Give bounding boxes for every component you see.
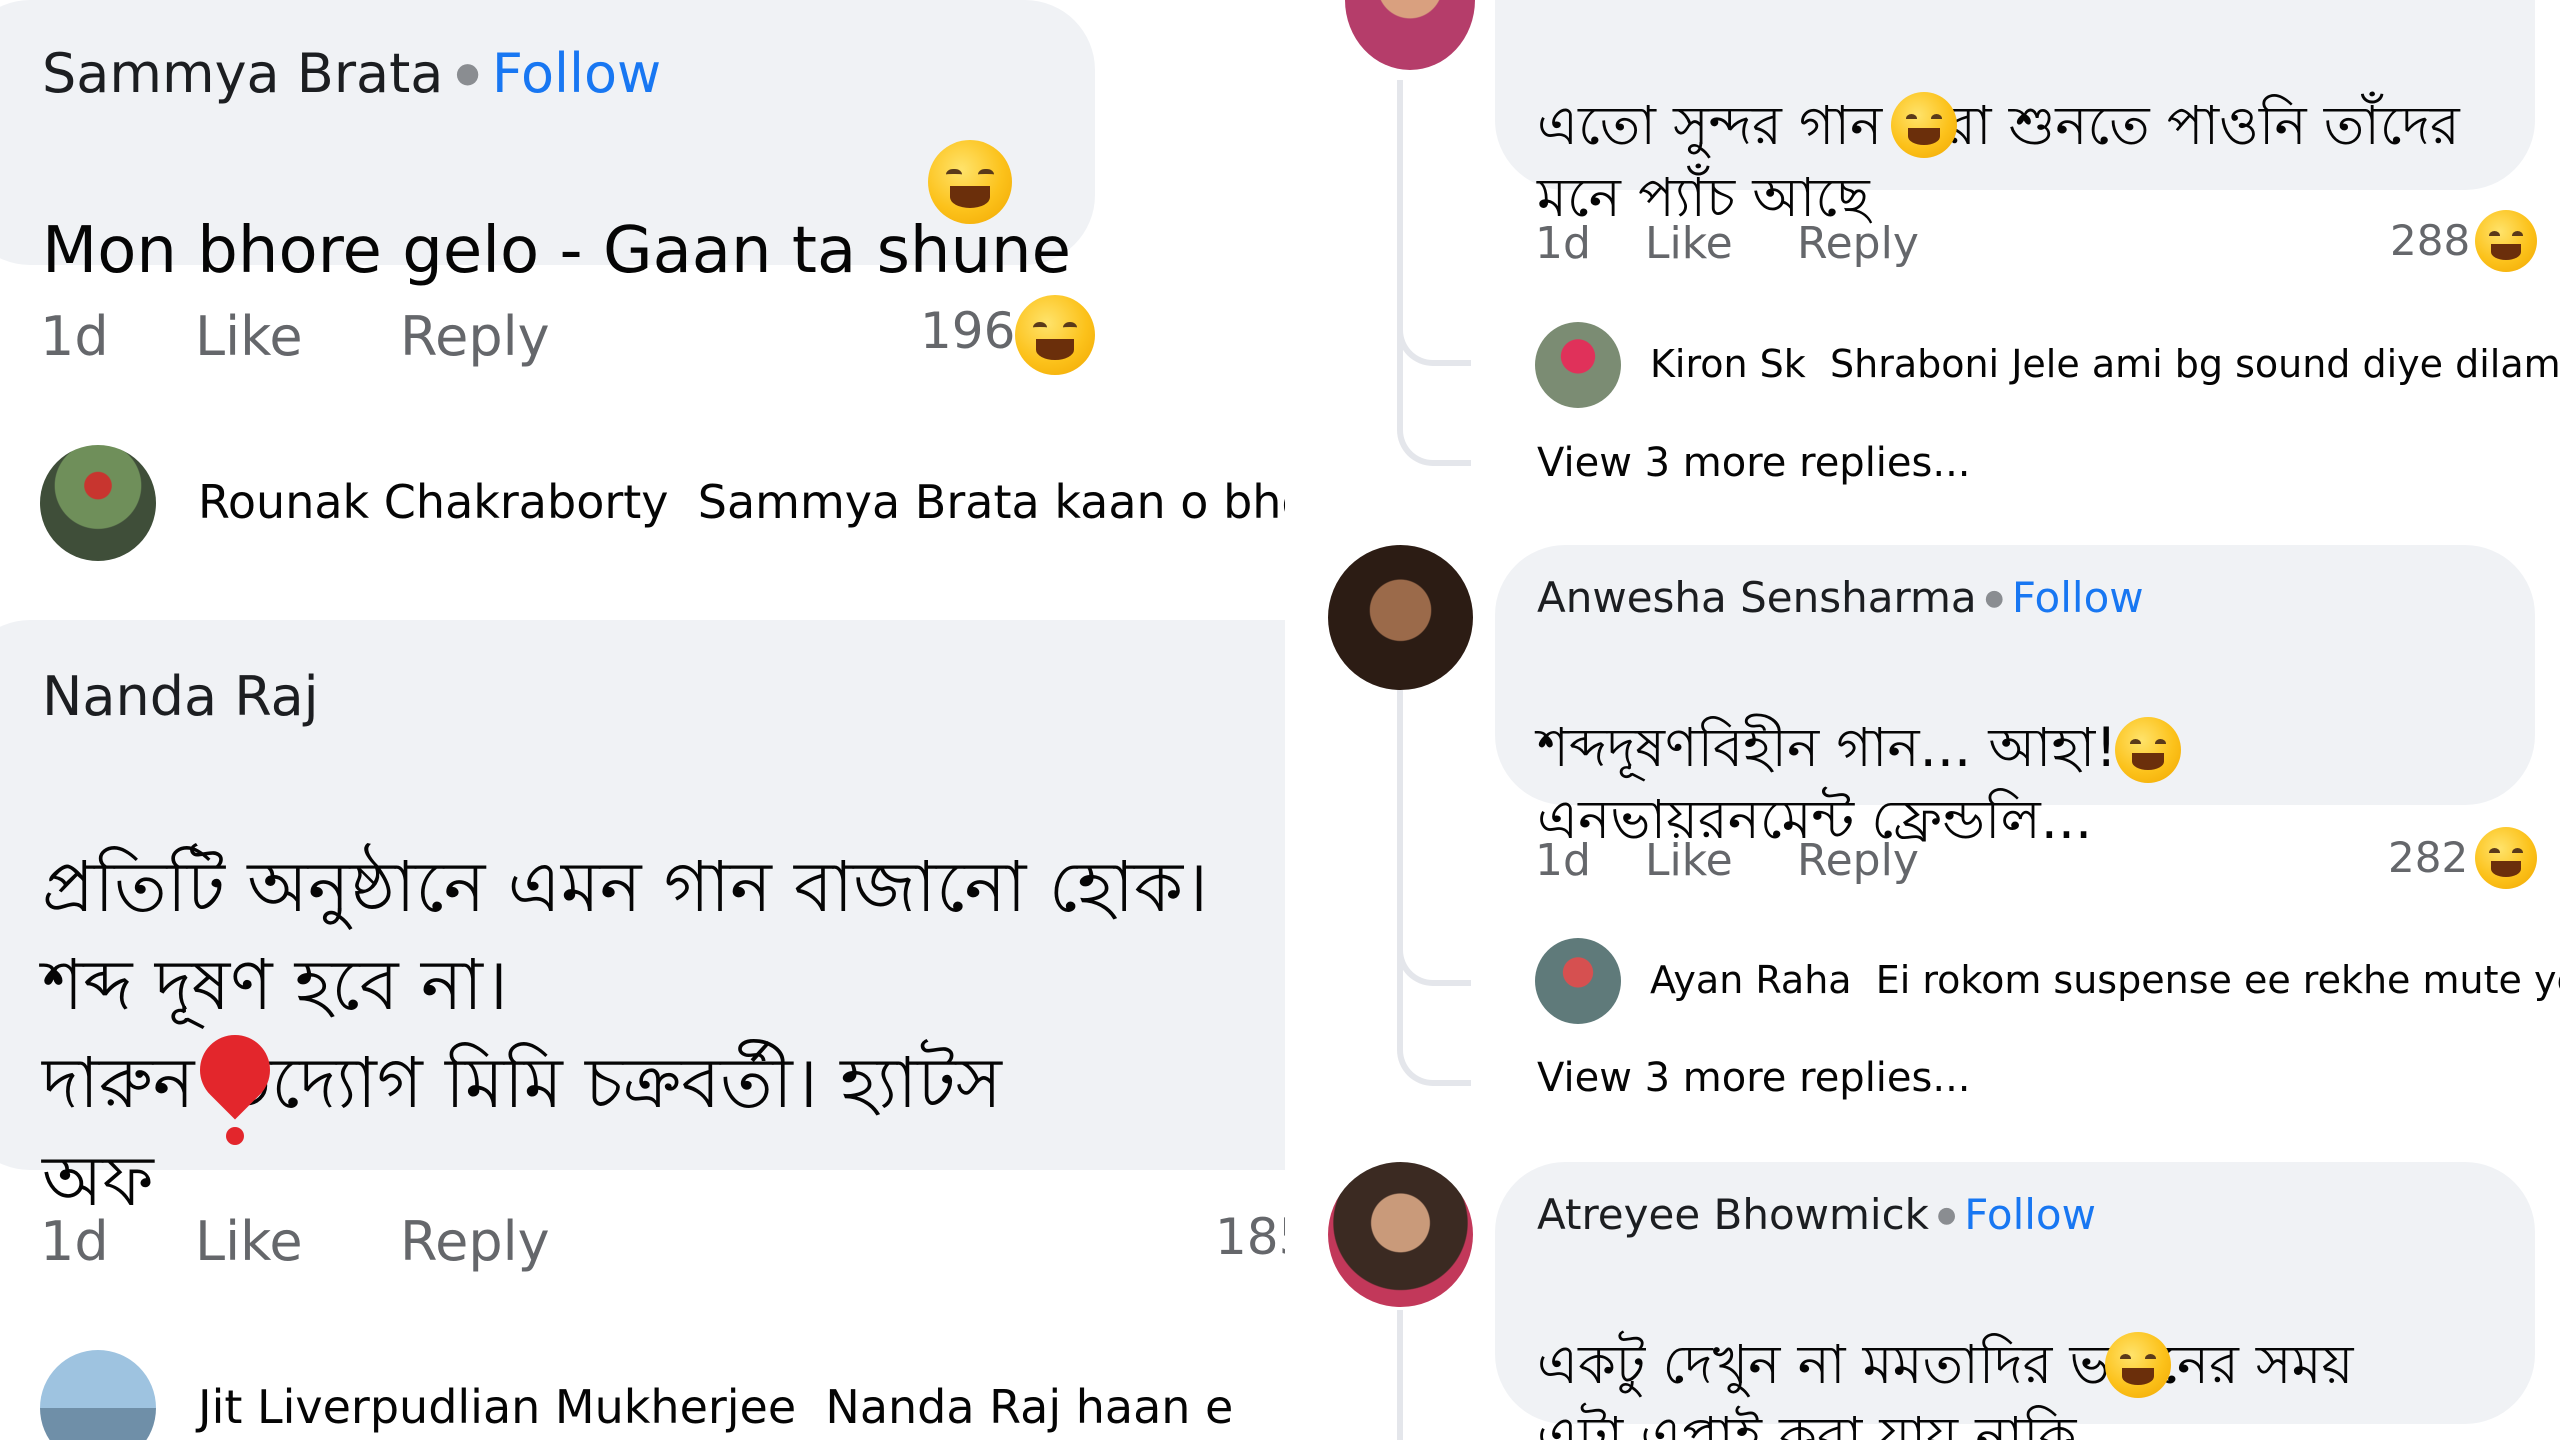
comment-actions: 1d Like Reply xyxy=(40,1210,550,1273)
comment-author: Atreyee Bhowmick ● Follow xyxy=(1537,1190,2096,1239)
reply-button[interactable]: Reply xyxy=(400,305,550,368)
reply-author[interactable]: Ayan Raha xyxy=(1650,958,1852,1002)
comment-actions: 1d Like Reply xyxy=(1535,218,1919,269)
thread-connector xyxy=(1397,940,1471,1086)
haha-reaction-icon[interactable] xyxy=(2475,827,2537,889)
timestamp[interactable]: 1d xyxy=(40,305,195,368)
avatar[interactable] xyxy=(40,445,156,561)
reply-button[interactable]: Reply xyxy=(1797,218,1919,269)
comment-text: Mon bhore gelo - Gaan ta shune xyxy=(42,214,1071,288)
separator-dot: ● xyxy=(1937,1203,1957,1228)
comment-actions: 1d Like Reply xyxy=(1535,835,1919,886)
like-button[interactable]: Like xyxy=(195,305,400,368)
view-more-replies-link[interactable]: View 3 more replies... xyxy=(1537,1055,1971,1101)
comment-author[interactable]: Nanda Raj xyxy=(42,665,319,728)
avatar[interactable] xyxy=(40,1350,156,1440)
timestamp[interactable]: 1d xyxy=(40,1210,195,1273)
thread-line xyxy=(1397,1310,1403,1440)
avatar[interactable] xyxy=(1328,545,1473,690)
comment-actions: 1d Like Reply xyxy=(40,305,550,368)
comment-text: শব্দদূষণবিহীন গান... আহা! এনভায়রনমেন্ট … xyxy=(1537,716,2117,851)
left-comments-panel: Sammya Brata ● Follow Mon bhore gelo - Gaa… xyxy=(0,0,1285,1440)
view-more-replies-link[interactable]: View 3 more replies... xyxy=(1537,440,1971,486)
haha-reaction-icon[interactable] xyxy=(1015,295,1095,375)
follow-link[interactable]: Follow xyxy=(492,42,661,105)
thread-connector xyxy=(1397,330,1471,466)
reply-author[interactable]: Rounak Chakraborty xyxy=(198,475,669,529)
like-button[interactable]: Like xyxy=(1645,835,1797,886)
mention[interactable]: Shraboni Jele xyxy=(1830,342,2080,386)
like-button[interactable]: Like xyxy=(195,1210,400,1273)
separator-dot: ● xyxy=(1984,586,2004,611)
comment-bubble: এতো সুন্দর গান যারা শুনতে পাওনি তাঁদের ম… xyxy=(1495,0,2535,229)
reply-text: Ei rokom suspense ee rekhe mute ye ko... xyxy=(1875,958,2560,1002)
author-name[interactable]: Sammya Brata xyxy=(42,42,443,105)
comment-text: একটু দেখুন না মমতাদির ভাষনের সময় এটা এপ… xyxy=(1537,1333,2354,1440)
reply-preview[interactable]: Ayan Raha Ei rokom suspense ee rekhe mut… xyxy=(1650,958,2560,1002)
mention[interactable]: Nanda Raj xyxy=(825,1380,1061,1434)
separator-dot: ● xyxy=(455,56,480,89)
reaction-count[interactable]: 185 xyxy=(1215,1208,1285,1266)
mention[interactable]: Sammya Brata xyxy=(698,475,1040,529)
sad-relieved-face-icon xyxy=(928,140,1012,224)
like-button[interactable]: Like xyxy=(1645,218,1797,269)
timestamp[interactable]: 1d xyxy=(1535,835,1645,886)
avatar[interactable] xyxy=(1535,938,1621,1024)
right-comments-panel: এতো সুন্দর গান যারা শুনতে পাওনি তাঁদের ম… xyxy=(1285,0,2560,1440)
avatar[interactable] xyxy=(1535,322,1621,408)
comment-bubble: Anwesha Sensharma ● Follow শব্দদূষণবিহীন গ… xyxy=(1495,545,2535,851)
reply-text: haan e xyxy=(1075,1380,1234,1434)
smiling-face-icon xyxy=(2105,1332,2171,1398)
comment-text: এতো সুন্দর গান যারা শুনতে পাওনি তাঁদের ম… xyxy=(1537,94,2460,229)
timestamp[interactable]: 1d xyxy=(1535,218,1645,269)
comment-text: প্রতিটি অনুষ্ঠানে এমন গান বাজানো হোক। শব… xyxy=(42,846,1209,1222)
comment-bubble: Nanda Raj প্রতিটি অনুষ্ঠানে এমন গান বাজা… xyxy=(0,620,1285,1222)
relieved-face-icon xyxy=(2115,717,2181,783)
reply-author[interactable]: Jit Liverpudlian Mukherjee xyxy=(198,1380,796,1434)
reply-preview[interactable]: Kiron Sk Shraboni Jele ami bg sound diye… xyxy=(1650,342,2560,386)
reply-button[interactable]: Reply xyxy=(400,1210,550,1273)
follow-link[interactable]: Follow xyxy=(1964,1190,2096,1239)
comment-bubble: Sammya Brata ● Follow Mon bhore gelo - Gaa… xyxy=(0,0,1095,288)
comment-bubble: Atreyee Bhowmick ● Follow একটু দেখুন না মম… xyxy=(1495,1162,2535,1440)
red-heart-icon xyxy=(185,1020,285,1145)
haha-reaction-icon[interactable] xyxy=(2475,210,2537,272)
reply-button[interactable]: Reply xyxy=(1797,835,1919,886)
face-with-hand-over-mouth-icon xyxy=(1891,92,1957,158)
follow-link[interactable]: Follow xyxy=(2012,573,2144,622)
avatar[interactable] xyxy=(1328,1162,1473,1307)
reply-text: kaan o bhor xyxy=(1054,475,1285,529)
reaction-count[interactable]: 282 xyxy=(2388,833,2468,882)
reaction-count[interactable]: 288 xyxy=(2390,216,2470,265)
avatar[interactable] xyxy=(1345,0,1475,70)
comment-author: Anwesha Sensharma ● Follow xyxy=(1537,573,2144,622)
author-name[interactable]: Atreyee Bhowmick xyxy=(1537,1190,1929,1239)
reply-author[interactable]: Kiron Sk xyxy=(1650,342,1806,386)
author-name[interactable]: Anwesha Sensharma xyxy=(1537,573,1977,622)
reaction-count[interactable]: 196 xyxy=(920,302,1015,360)
comment-author: Sammya Brata ● Follow xyxy=(42,42,661,105)
reply-preview[interactable]: Rounak Chakraborty Sammya Brata kaan o b… xyxy=(198,475,1285,529)
reply-preview[interactable]: Jit Liverpudlian Mukherjee Nanda Raj haa… xyxy=(198,1380,1233,1434)
reply-text: ami bg sound diye dilam sob... xyxy=(2091,342,2560,386)
